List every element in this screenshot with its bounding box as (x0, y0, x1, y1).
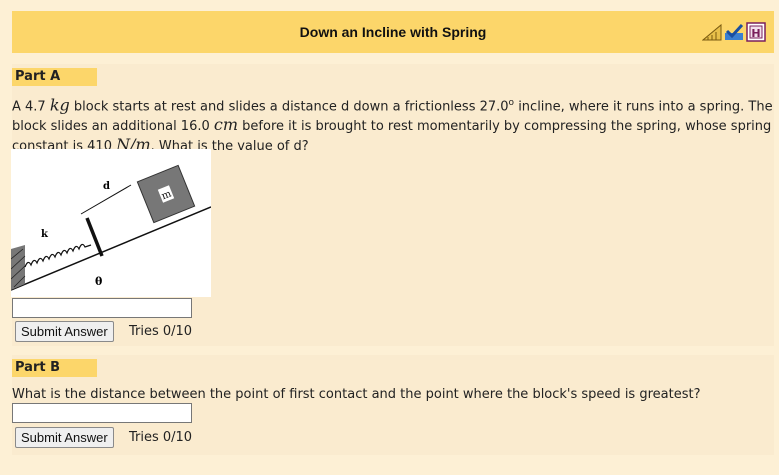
part-b-tries: Tries 0/10 (129, 430, 193, 445)
header-icons: H (702, 22, 766, 42)
part-a-question: A 4.7 kg block starts at rest and slides… (12, 94, 774, 156)
spring-plate (85, 217, 104, 257)
checkmark-flag-icon[interactable] (724, 22, 744, 42)
spring-coil (24, 243, 92, 268)
part-b-answer-input[interactable] (12, 403, 192, 423)
angle-theta-label: θ (95, 275, 102, 288)
hint-h-icon[interactable]: H (746, 22, 766, 42)
problem-title: Down an Incline with Spring (299, 24, 487, 40)
problem-header: Down an Incline with Spring H (12, 11, 774, 53)
unit-cm: cm (213, 115, 239, 135)
svg-text:H: H (751, 27, 760, 40)
part-b-label: Part B (12, 359, 97, 377)
question-text: block starts at rest and slides a distan… (69, 99, 509, 115)
part-a-answer-input[interactable] (12, 298, 192, 318)
part-a-label: Part A (12, 68, 97, 86)
incline-spring-diagram: d m k θ (10, 149, 212, 297)
ruler-triangle-icon[interactable] (702, 22, 722, 42)
spring-constant-label: k (41, 229, 49, 240)
question-text: A 4.7 (12, 99, 50, 115)
part-a-submit-button[interactable]: Submit Answer (15, 321, 114, 342)
part-b-question: What is the distance between the point o… (12, 387, 701, 402)
unit-kg: kg (49, 95, 70, 115)
part-a-tries: Tries 0/10 (129, 324, 193, 339)
block-mass: m (136, 164, 196, 224)
part-b-submit-button[interactable]: Submit Answer (15, 427, 114, 448)
distance-d-label: d (103, 181, 110, 192)
